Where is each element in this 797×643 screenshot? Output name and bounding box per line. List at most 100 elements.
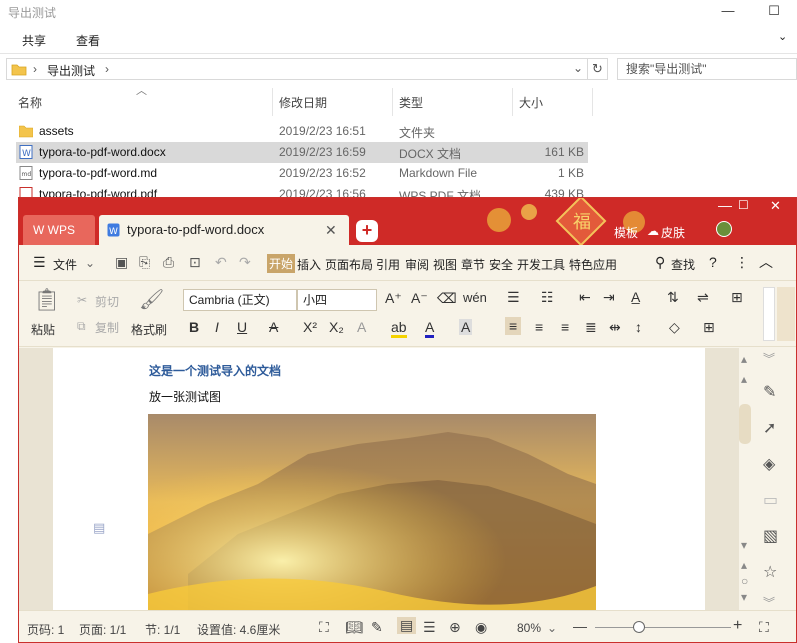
status-page-number[interactable]: 页码: 1 <box>27 621 64 638</box>
export-icon[interactable]: ⎘ <box>139 254 150 271</box>
distributed-icon[interactable]: ⇹ <box>609 319 621 336</box>
superscript-icon[interactable]: X² <box>303 319 317 335</box>
show-marks-icon[interactable]: ⇌ <box>697 289 709 306</box>
zoom-out-icon[interactable]: — <box>573 618 587 634</box>
document-image[interactable] <box>148 414 596 610</box>
breadcrumb-item[interactable]: 导出测试 <box>47 62 95 79</box>
menu-tab-insert[interactable]: 插入 <box>297 256 321 273</box>
column-header-type[interactable]: 类型 <box>399 94 423 114</box>
ribbon-tab-view[interactable]: 查看 <box>76 32 100 49</box>
menu-tab-references[interactable]: 引用 <box>376 256 400 273</box>
paste-icon[interactable]: 📋︎ <box>33 287 61 313</box>
redo-icon[interactable]: ↷ <box>239 254 251 271</box>
italic-icon[interactable]: I <box>215 319 219 335</box>
underline-icon[interactable]: U <box>237 319 247 335</box>
phonetic-guide-icon[interactable]: wén <box>463 290 487 305</box>
chinese-layout-icon[interactable]: A̲ <box>631 289 640 305</box>
menu-tab-view[interactable]: 视图 <box>433 256 457 273</box>
maximize-icon[interactable]: ☐ <box>738 198 749 212</box>
scroll-up-icon[interactable]: ▴ <box>741 372 747 386</box>
copy-button[interactable]: 复制 <box>95 319 119 336</box>
subscript-icon[interactable]: X₂ <box>329 319 344 335</box>
bullet-list-icon[interactable]: ☰ <box>507 289 520 306</box>
chevron-down-icon[interactable]: ⌄ <box>85 256 95 270</box>
image-icon[interactable]: ▧ <box>763 526 778 546</box>
borders-icon[interactable]: ⊞ <box>703 319 715 336</box>
column-header-name[interactable]: 名称 <box>18 94 42 114</box>
zoom-slider-handle[interactable] <box>633 621 645 633</box>
scrollbar-thumb[interactable] <box>739 404 751 444</box>
status-section[interactable]: 节: 1/1 <box>145 621 180 638</box>
justify-icon[interactable]: ≣ <box>585 319 597 336</box>
increase-indent-icon[interactable]: ⇥ <box>603 289 615 306</box>
menu-tab-review[interactable]: 审阅 <box>405 256 429 273</box>
column-header-date[interactable]: 修改日期 <box>279 94 327 114</box>
reading-mode-icon[interactable]: 📖︎ <box>345 619 363 636</box>
pen-icon[interactable]: ✎ <box>763 382 776 402</box>
maximize-button[interactable]: ☐ <box>751 0 797 24</box>
file-row[interactable]: assets 2019/2/23 16:51 文件夹 <box>16 121 588 142</box>
grow-font-icon[interactable]: A⁺ <box>385 290 402 307</box>
menu-tab-layout[interactable]: 页面布局 <box>325 256 373 273</box>
paragraph-format-icon[interactable]: ▤ <box>93 520 105 536</box>
text-effect-icon[interactable]: A <box>357 319 366 335</box>
font-size-select[interactable]: 小四 <box>297 289 377 311</box>
star-icon[interactable]: ☆ <box>763 562 777 582</box>
cut-button[interactable]: 剪切 <box>95 293 119 310</box>
table-borders-icon[interactable]: ⊞ <box>731 289 743 306</box>
line-spacing-icon[interactable]: ↕ <box>635 319 642 335</box>
address-bar[interactable]: › 导出测试 › ⌄ <box>6 58 588 80</box>
column-divider[interactable] <box>592 88 593 116</box>
shapes-icon[interactable]: ◈ <box>763 454 775 474</box>
panel-expand-icon[interactable]: ︾ <box>763 350 775 367</box>
column-divider[interactable] <box>272 88 273 116</box>
clear-format-icon[interactable]: ⌫ <box>437 290 457 307</box>
document-heading[interactable]: 这是一个测试导入的文档 <box>149 362 281 379</box>
strikethrough-icon[interactable]: A <box>269 319 278 335</box>
menu-tab-security[interactable]: 安全 <box>489 256 513 273</box>
shrink-font-icon[interactable]: A⁻ <box>411 290 428 307</box>
template-link[interactable]: 模板 <box>614 224 638 241</box>
column-divider[interactable] <box>512 88 513 116</box>
panel-collapse-icon[interactable]: ︾ <box>763 594 775 611</box>
refresh-button[interactable]: ↻ <box>588 58 608 80</box>
format-painter-button[interactable]: 格式刷 <box>131 321 167 338</box>
style-gallery[interactable] <box>763 287 775 341</box>
find-button[interactable]: 查找 <box>671 256 695 273</box>
font-color-icon[interactable]: A <box>425 319 435 338</box>
file-row[interactable]: md typora-to-pdf-word.md 2019/2/23 16:52… <box>16 163 588 184</box>
edit-mode-icon[interactable]: ✎ <box>371 619 383 636</box>
menu-tab-home[interactable]: 开始 <box>267 254 296 273</box>
char-shading-icon[interactable]: A <box>459 319 473 335</box>
close-tab-icon[interactable]: ✕ <box>325 215 337 245</box>
eye-protection-icon[interactable]: ◉ <box>475 619 487 636</box>
zoom-in-icon[interactable]: + <box>733 617 742 635</box>
print-icon[interactable]: ⎙ <box>163 254 174 271</box>
minimize-icon[interactable]: — <box>718 198 732 213</box>
collapse-ribbon-icon[interactable]: ︿ <box>759 252 773 272</box>
fullscreen-icon[interactable]: ⛶ <box>319 619 329 636</box>
align-left-icon[interactable]: ≡ <box>505 317 522 335</box>
column-header-size[interactable]: 大小 <box>519 94 543 114</box>
fit-page-icon[interactable]: ⛶ <box>759 619 769 636</box>
wps-home-tab[interactable]: W WPS <box>23 215 95 245</box>
numbered-list-icon[interactable]: ☷ <box>541 289 554 306</box>
skin-button[interactable]: 皮肤 <box>661 224 685 241</box>
column-divider[interactable] <box>392 88 393 116</box>
page-view-icon[interactable]: ▤ <box>397 617 417 634</box>
zoom-dropdown-icon[interactable]: ⌄ <box>547 621 557 635</box>
minimize-button[interactable]: — <box>705 0 751 24</box>
decrease-indent-icon[interactable]: ⇤ <box>579 289 591 306</box>
sort-icon[interactable]: ⇅ <box>667 289 679 306</box>
scroll-up-icon[interactable]: ▴ <box>741 352 747 366</box>
status-pages[interactable]: 页面: 1/1 <box>79 621 126 638</box>
paste-button[interactable]: 粘贴 <box>31 321 55 338</box>
select-browse-icon[interactable]: ○ <box>741 574 748 588</box>
document-paragraph[interactable]: 放一张测试图 <box>149 388 221 405</box>
ribbon-expand-icon[interactable]: ⌄ <box>778 30 787 43</box>
outline-view-icon[interactable]: ☰ <box>423 619 436 636</box>
document-page[interactable]: 这是一个测试导入的文档 放一张测试图 <box>53 348 705 610</box>
save-icon[interactable]: ▣ <box>115 254 128 271</box>
more-icon[interactable]: ⋮ <box>735 254 749 271</box>
print-preview-icon[interactable]: ⊡ <box>189 254 201 271</box>
